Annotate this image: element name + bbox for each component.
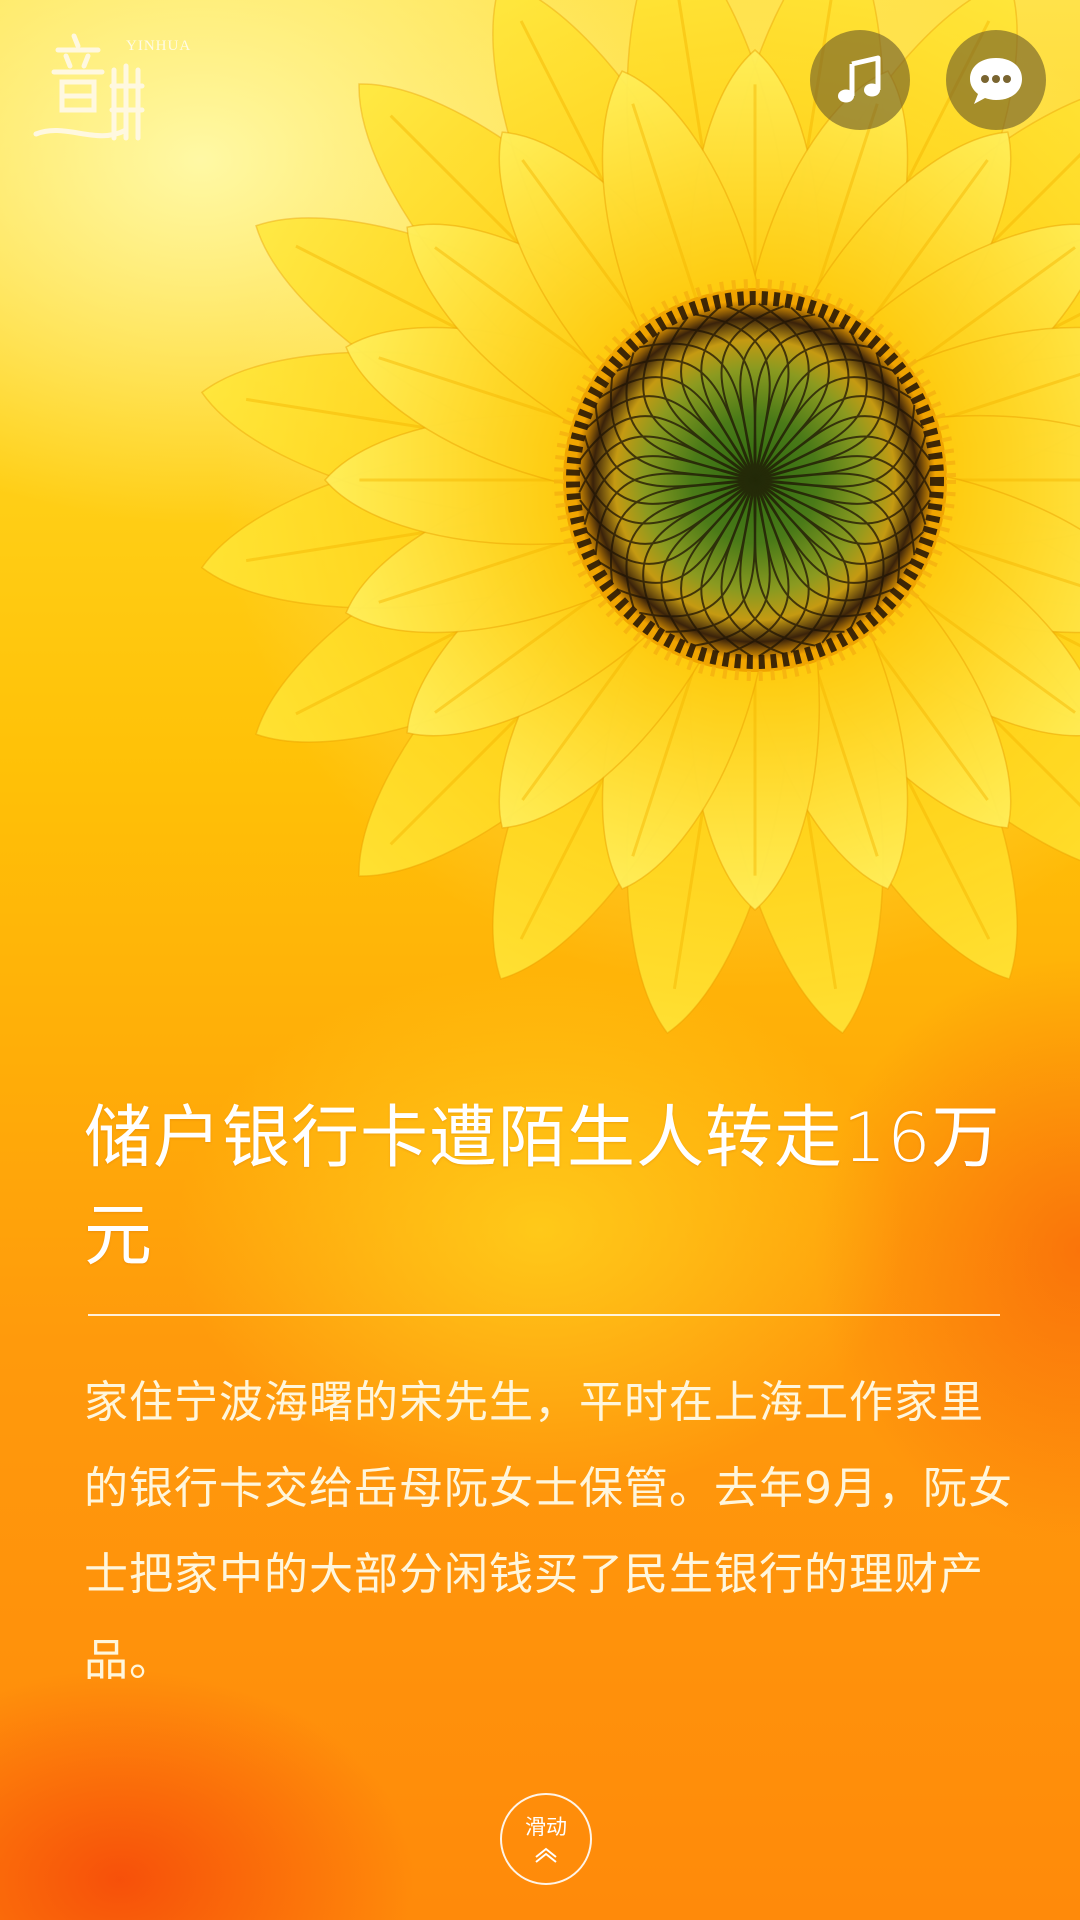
comment-button[interactable] bbox=[946, 30, 1046, 130]
yinhua-logo: YINHUA bbox=[26, 26, 190, 156]
music-button[interactable] bbox=[810, 30, 910, 130]
speech-bubble-icon bbox=[970, 58, 1022, 104]
logo-wordmark: YINHUA bbox=[126, 38, 192, 54]
swipe-label: 滑动 bbox=[525, 1815, 567, 1839]
title-divider bbox=[88, 1314, 1000, 1316]
chevron-up-icon bbox=[535, 1847, 557, 1863]
article-title: 储户银行卡遭陌生人转走16万元 bbox=[84, 1099, 1001, 1276]
article-body: 家住宁波海曙的宋先生，平时在上海工作家里的银行卡交给岳母阮女士保管。去年9月，阮… bbox=[84, 1377, 1013, 1686]
music-note-icon bbox=[838, 55, 881, 103]
swipe-up-button[interactable]: 滑动 bbox=[500, 1793, 592, 1885]
